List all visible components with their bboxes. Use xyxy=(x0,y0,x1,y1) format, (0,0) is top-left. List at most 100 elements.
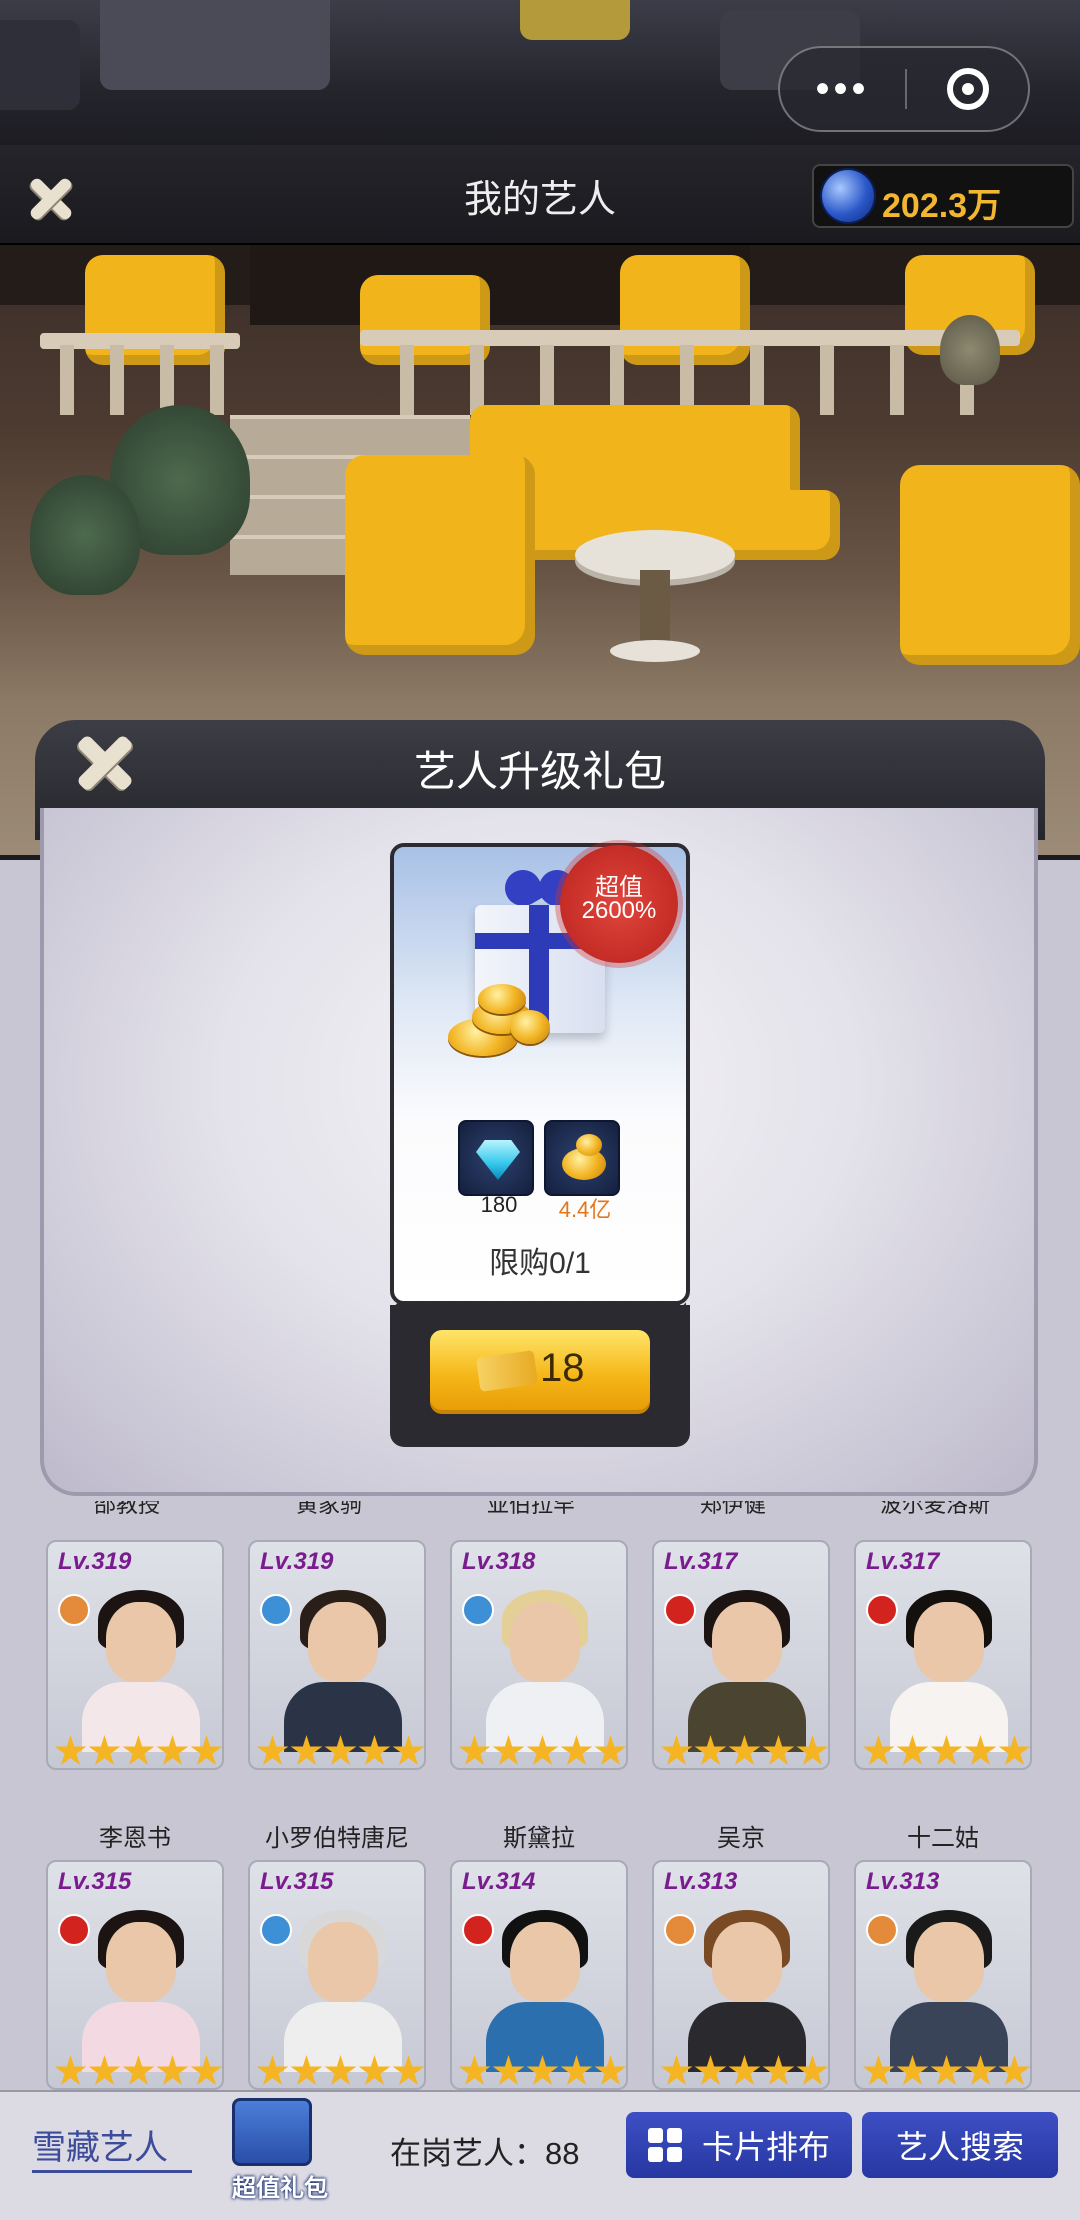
artist-card[interactable]: Lv.319 xyxy=(46,1540,224,1770)
artist-card[interactable]: Lv.315 xyxy=(46,1860,224,2090)
gold-amount: 4.4亿 xyxy=(558,1197,612,1222)
search-artist-button[interactable]: 艺人搜索 xyxy=(862,2112,1058,2178)
tab-hidden-artists[interactable]: 雪藏艺人 xyxy=(32,2120,168,2169)
rarity-badge-icon xyxy=(866,1594,898,1626)
star-rating xyxy=(458,2055,626,2088)
globe-coin-icon xyxy=(822,170,874,222)
star-icon xyxy=(156,2055,189,2086)
star-icon xyxy=(458,2055,491,2086)
artist-card[interactable]: Lv.315 xyxy=(248,1860,426,2090)
artist-card[interactable]: Lv.314 xyxy=(450,1860,628,2090)
star-icon xyxy=(324,1735,357,1766)
star-icon xyxy=(256,1735,289,1766)
artist-name: 小罗伯特唐尼 xyxy=(265,1825,409,1852)
star-icon xyxy=(492,1735,525,1766)
star-rating xyxy=(54,1735,222,1768)
star-icon xyxy=(88,1735,121,1766)
star-icon xyxy=(896,2055,929,2086)
artist-card[interactable]: Lv.318 xyxy=(450,1540,628,1770)
star-icon xyxy=(796,2055,828,2086)
star-icon xyxy=(54,2055,87,2086)
star-icon xyxy=(594,2055,626,2086)
artist-level: Lv.314 xyxy=(462,1868,536,1895)
rarity-badge-icon xyxy=(866,1914,898,1946)
close-miniprogram-button[interactable] xyxy=(947,68,989,110)
star-rating xyxy=(256,2055,424,2088)
artist-name: 吴京 xyxy=(717,1825,765,1852)
treasure-box-icon[interactable] xyxy=(232,2098,312,2166)
star-icon xyxy=(156,1735,189,1766)
diamond-icon xyxy=(458,1120,534,1196)
star-icon xyxy=(930,2055,963,2086)
card-layout-label: 卡片排布 xyxy=(701,2129,830,2165)
rarity-badge-icon xyxy=(58,1594,90,1626)
star-rating xyxy=(862,2055,1030,2088)
star-icon xyxy=(930,1735,963,1766)
star-rating xyxy=(256,1735,424,1768)
star-icon xyxy=(862,1735,895,1766)
on-duty-count: 在岗艺人：88 xyxy=(390,2136,580,2171)
artist-level: Lv.319 xyxy=(58,1548,132,1575)
star-icon xyxy=(492,2055,525,2086)
artist-card[interactable]: Lv.317 xyxy=(854,1540,1032,1770)
star-icon xyxy=(964,1735,997,1766)
miniprogram-capsule: ••• xyxy=(778,46,1030,132)
page-title: 我的艺人 xyxy=(463,179,616,221)
star-icon xyxy=(392,2055,424,2086)
artist-card[interactable]: Lv.313 xyxy=(652,1860,830,2090)
card-layout-button[interactable]: 卡片排布 xyxy=(626,2112,852,2178)
star-icon xyxy=(358,1735,391,1766)
artist-portrait xyxy=(914,1602,984,1682)
artist-card[interactable]: Lv.313 xyxy=(854,1860,1032,2090)
star-icon xyxy=(290,1735,323,1766)
artist-portrait xyxy=(308,1602,378,1682)
grid-icon xyxy=(647,2128,682,2162)
star-rating xyxy=(660,1735,828,1768)
artist-level: Lv.315 xyxy=(58,1868,132,1895)
star-rating xyxy=(458,1735,626,1768)
star-icon xyxy=(998,1735,1030,1766)
buy-price: 18 xyxy=(540,1346,585,1390)
star-icon xyxy=(122,2055,155,2086)
capsule-divider xyxy=(905,69,907,109)
star-rating xyxy=(660,2055,828,2088)
star-icon xyxy=(762,1735,795,1766)
rarity-badge-icon xyxy=(58,1914,90,1946)
artist-name: 李恩书 xyxy=(99,1825,171,1852)
star-icon xyxy=(594,1735,626,1766)
modal-close-icon[interactable] xyxy=(72,730,138,796)
star-icon xyxy=(190,1735,222,1766)
rarity-badge-icon xyxy=(462,1594,494,1626)
artist-level: Lv.315 xyxy=(260,1868,334,1895)
rarity-badge-icon xyxy=(664,1914,696,1946)
value-badge: 超值 2600% xyxy=(560,845,678,963)
rarity-badge-icon xyxy=(462,1914,494,1946)
star-icon xyxy=(796,1735,828,1766)
star-rating xyxy=(862,1735,1030,1768)
star-icon xyxy=(122,1735,155,1766)
artist-name: 十二姑 xyxy=(907,1825,979,1852)
purchase-limit: 限购0/1 xyxy=(489,1247,591,1280)
artist-portrait xyxy=(712,1602,782,1682)
star-icon xyxy=(896,1735,929,1766)
artist-name: 斯黛拉 xyxy=(503,1825,575,1852)
modal-title: 艺人升级礼包 xyxy=(413,748,666,795)
artist-portrait xyxy=(308,1922,378,2002)
artist-card[interactable]: Lv.319 xyxy=(248,1540,426,1770)
star-icon xyxy=(54,1735,87,1766)
star-icon xyxy=(660,2055,693,2086)
gift-box-label[interactable]: 超值礼包 xyxy=(220,2168,340,2203)
star-icon xyxy=(190,2055,222,2086)
star-icon xyxy=(762,2055,795,2086)
star-icon xyxy=(458,1735,491,1766)
star-icon xyxy=(526,2055,559,2086)
artist-card[interactable]: Lv.317 xyxy=(652,1540,830,1770)
artist-portrait xyxy=(510,1602,580,1682)
search-artist-label: 艺人搜索 xyxy=(895,2129,1024,2165)
star-icon xyxy=(660,1735,693,1766)
more-menu-button[interactable]: ••• xyxy=(780,69,905,109)
close-icon[interactable] xyxy=(25,173,77,225)
diamond-amount: 180 xyxy=(480,1192,518,1217)
artist-level: Lv.313 xyxy=(866,1868,940,1895)
gold-coins-icon xyxy=(544,1120,620,1196)
